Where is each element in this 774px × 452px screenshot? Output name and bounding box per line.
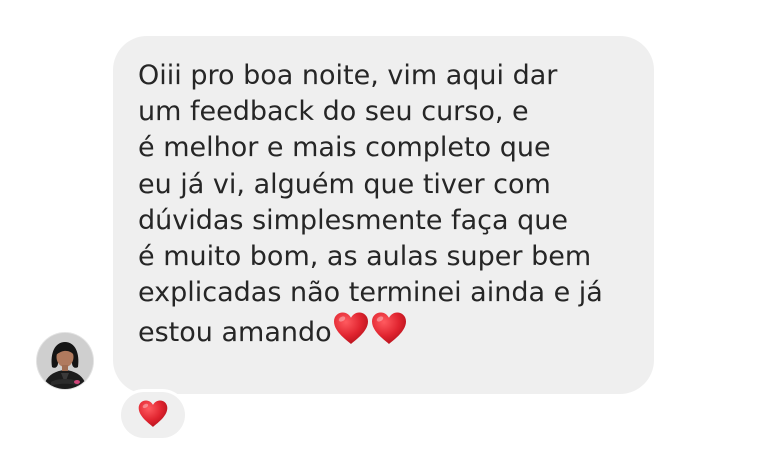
- message-line: é melhor e mais completo que: [138, 132, 551, 164]
- profile-photo-icon: [37, 333, 93, 389]
- message-text: Oiii pro boa noite, vim aqui dar um feed…: [138, 58, 638, 352]
- message-line: estou amando: [138, 317, 332, 349]
- red-heart-icon: [332, 311, 370, 345]
- message-line: eu já vi, alguém que tiver com: [138, 168, 551, 200]
- red-heart-icon: [370, 311, 408, 345]
- message-line: Oiii pro boa noite, vim aqui dar: [138, 60, 558, 91]
- heart-reaction-badge[interactable]: [121, 392, 185, 438]
- message-line: um feedback do seu curso, e: [138, 96, 529, 128]
- red-heart-icon: [137, 399, 169, 432]
- message-line: é muito bom, as aulas super bem: [138, 241, 592, 273]
- message-last-line: estou amando: [138, 311, 638, 351]
- message-line: explicadas não terminei ainda e já: [138, 277, 603, 309]
- sender-avatar[interactable]: [37, 333, 93, 389]
- message-line: dúvidas simplesmente faça que: [138, 204, 568, 236]
